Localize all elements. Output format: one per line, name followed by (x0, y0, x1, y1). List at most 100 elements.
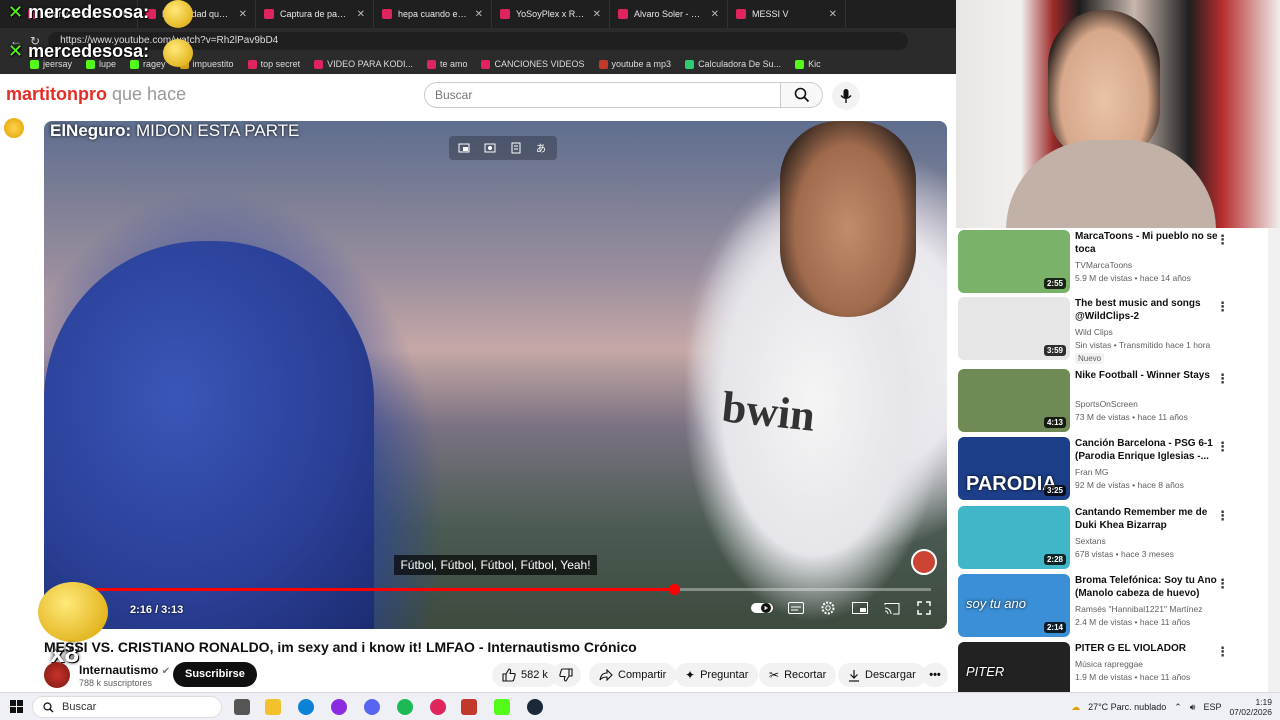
app-icon-red[interactable] (430, 699, 446, 715)
edge-icon[interactable] (298, 699, 314, 715)
share-button[interactable]: Compartir (589, 663, 677, 687)
search-button[interactable] (781, 82, 823, 108)
bookmark-item[interactable]: VIDEO PARA KODI... (314, 59, 413, 69)
recommendation-thumbnail[interactable]: 2:55 (958, 230, 1070, 293)
browser-tab[interactable]: YoSoyPlex x Ruven - Flo ✕ (492, 0, 610, 28)
miniplayer-icon[interactable] (851, 599, 869, 617)
recommendation-thumbnail[interactable]: PARODIA 3:25 (958, 437, 1070, 500)
recommendation-thumbnail[interactable]: 4:13 (958, 369, 1070, 432)
recommendation-item[interactable]: PITER PITER G EL VIOLADOR Música rapreggae… (958, 642, 1268, 692)
recommendation-channel[interactable]: TVMarcaToons (1075, 260, 1132, 270)
recommendation-channel[interactable]: Ramsés "Hannibal1221" Martínez (1075, 604, 1202, 614)
more-vertical-icon[interactable]: ⋮ (1216, 232, 1229, 248)
more-vertical-icon[interactable]: ⋮ (1216, 644, 1229, 660)
close-tab-icon[interactable]: ✕ (475, 9, 483, 20)
recommendation-item[interactable]: 4:13 Nike Football - Winner Stays SportsOn… (958, 369, 1268, 433)
voice-search-button[interactable] (832, 82, 860, 110)
video-player[interactable]: bwin ElNeguro: MIDON ESTA PARTE あ Fútbol… (44, 121, 947, 629)
file-explorer-icon[interactable] (265, 699, 281, 715)
channel-avatar[interactable] (44, 662, 70, 688)
recommendation-title[interactable]: Cantando Remember me de Duki Khea Bizarr… (1075, 506, 1225, 532)
close-tab-icon[interactable]: ✕ (829, 9, 837, 20)
recommendation-channel[interactable]: SportsOnScreen (1075, 399, 1138, 409)
more-vertical-icon[interactable]: ⋮ (1216, 576, 1229, 592)
more-vertical-icon[interactable]: ⋮ (1216, 508, 1229, 524)
language-indicator[interactable]: ESP (1203, 702, 1221, 712)
task-view-icon[interactable] (234, 699, 250, 715)
recommendation-title[interactable]: MarcaToons - Mi pueblo no se toca (1075, 230, 1225, 256)
recommendation-thumbnail[interactable]: PITER (958, 642, 1070, 692)
video-editor-icon[interactable] (461, 699, 477, 715)
recommendation-channel[interactable]: Sextans (1075, 536, 1106, 546)
bookmark-item[interactable]: top secret (247, 59, 300, 69)
recommendation-title[interactable]: PITER G EL VIOLADOR (1075, 642, 1225, 655)
discord-icon[interactable] (364, 699, 380, 715)
browser-tab[interactable]: MESSI V ✕ (728, 0, 846, 28)
search-input[interactable]: Buscar (424, 82, 781, 108)
recommendation-thumbnail[interactable]: 3:59 (958, 297, 1070, 360)
pip-icon[interactable] (455, 139, 473, 157)
recommendation-channel[interactable]: Fran MG (1075, 467, 1109, 477)
close-tab-icon[interactable]: ✕ (593, 9, 601, 20)
recommendation-title[interactable]: Canción Barcelona - PSG 6-1 (Parodia Enr… (1075, 437, 1225, 463)
windows-start-icon[interactable] (10, 700, 23, 716)
taskbar-search[interactable]: Buscar (32, 696, 222, 718)
download-button[interactable]: Descargar (838, 663, 926, 687)
header-chat-overlay: martitonpro que hace (6, 84, 186, 105)
progress-scrubber[interactable] (668, 584, 680, 595)
recommendation-item[interactable]: 2:28 Cantando Remember me de Duki Khea Bi… (958, 506, 1268, 570)
recommendation-channel[interactable]: Música rapreggae (1075, 659, 1143, 669)
recommendation-item[interactable]: soy tu ano 2:14 Broma Telefónica: Soy tu A… (958, 574, 1268, 638)
canva-icon[interactable] (331, 699, 347, 715)
progress-bar[interactable] (60, 584, 931, 595)
steam-icon[interactable] (527, 699, 543, 715)
rail-scrollbar[interactable] (1268, 228, 1280, 692)
more-vertical-icon[interactable]: ⋮ (1216, 439, 1229, 455)
weather-text[interactable]: 27°C Parc. nublado (1088, 702, 1166, 712)
close-tab-icon[interactable]: ✕ (357, 9, 365, 20)
bookmark-item[interactable]: Kic (795, 59, 821, 69)
bookmark-item[interactable]: te amo (426, 59, 467, 69)
close-tab-icon[interactable]: ✕ (711, 9, 719, 20)
screenshot-icon[interactable] (481, 139, 499, 157)
recommendation-channel[interactable]: Wild Clips (1075, 327, 1113, 337)
volume-icon[interactable]: 🔊︎ (1190, 702, 1196, 713)
cast-icon[interactable] (883, 599, 901, 617)
spotify-icon[interactable] (397, 699, 413, 715)
translate-icon[interactable]: あ (533, 139, 551, 157)
bookmark-item[interactable]: Calculadora De Su... (685, 59, 781, 69)
browser-tab[interactable]: hepa cuando estas high ✕ (374, 0, 492, 28)
ask-button[interactable]: ✦ Preguntar (675, 663, 759, 687)
clock[interactable]: 1:19 07/02/2026 (1229, 697, 1272, 717)
fullscreen-icon[interactable] (915, 599, 933, 617)
more-actions-button[interactable]: ••• (922, 663, 948, 687)
recommendation-title[interactable]: The best music and songs @WildClips-2 (1075, 297, 1225, 323)
recommendation-item[interactable]: 2:55 MarcaToons - Mi pueblo no se toca TVM… (958, 230, 1268, 294)
channel-name-text[interactable]: Internautismo (79, 663, 158, 677)
browser-tab[interactable]: La realidad que NADIE✕ (138, 0, 256, 28)
recommendation-title[interactable]: Broma Telefónica: Soy tu Ano (Manolo cab… (1075, 574, 1225, 600)
clip-button[interactable]: ✂ Recortar (759, 663, 837, 687)
more-vertical-icon[interactable]: ⋮ (1216, 299, 1229, 315)
browser-tab[interactable]: Alvaro Soler - Sofia - Yo ✕ (610, 0, 728, 28)
browser-tab[interactable]: Captura de pantalla po ✕ (256, 0, 374, 28)
autoplay-toggle-icon[interactable] (751, 599, 773, 617)
kick-icon[interactable] (494, 699, 510, 715)
close-tab-icon[interactable]: ✕ (239, 9, 247, 20)
bookmark-item[interactable]: youtube a mp3 (598, 59, 671, 69)
tray-chevron-icon[interactable]: ⌃ (1174, 702, 1182, 713)
recommendation-thumbnail[interactable]: 2:28 (958, 506, 1070, 569)
bookmark-item[interactable]: CANCIONES VIDEOS (481, 59, 585, 69)
like-button[interactable]: 582 k (492, 663, 558, 687)
recommendation-item[interactable]: PARODIA 3:25 Canción Barcelona - PSG 6-1 (… (958, 437, 1268, 501)
dislike-button[interactable] (551, 663, 581, 687)
subtitles-icon[interactable] (787, 599, 805, 617)
settings-gear-icon[interactable] (819, 599, 837, 617)
notes-icon[interactable] (507, 139, 525, 157)
more-vertical-icon[interactable]: ⋮ (1216, 371, 1229, 387)
channel-name[interactable]: Internautismo ✔ (79, 663, 170, 677)
recommendation-item[interactable]: 3:59 The best music and songs @WildClips-… (958, 297, 1268, 364)
subscribe-button[interactable]: Suscribirse (173, 662, 257, 687)
recommendation-title[interactable]: Nike Football - Winner Stays (1075, 369, 1225, 382)
recommendation-thumbnail[interactable]: soy tu ano 2:14 (958, 574, 1070, 637)
